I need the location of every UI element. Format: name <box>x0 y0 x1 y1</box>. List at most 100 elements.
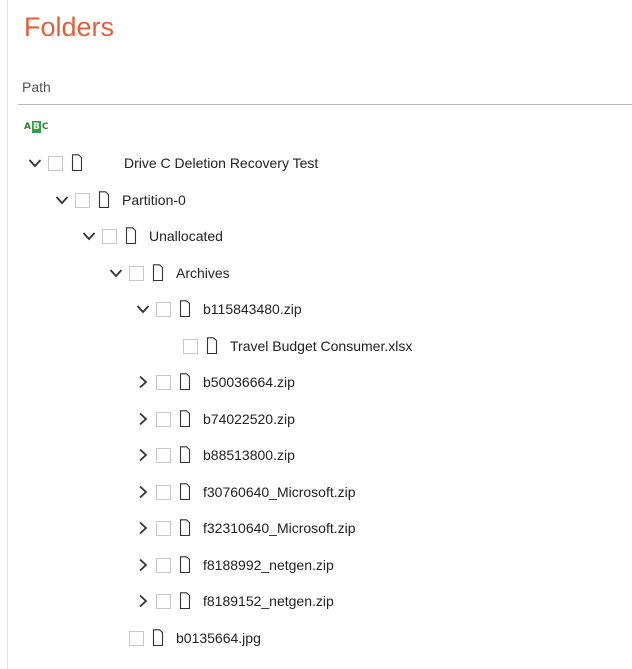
panel-title: Folders <box>24 12 115 42</box>
chevron-down-icon-svg <box>82 232 96 241</box>
abc-sort-letter-b: B <box>31 121 41 133</box>
document-icon-svg <box>152 628 164 646</box>
chevron-right-icon[interactable] <box>136 521 150 535</box>
tree-item-label: Partition-0 <box>122 191 186 208</box>
tree-row[interactable]: f8189152_netgen.zip <box>0 586 620 616</box>
item-checkbox[interactable] <box>156 484 171 500</box>
chevron-right-icon[interactable] <box>136 412 150 426</box>
tree-item-label: b88513800.zip <box>203 447 295 463</box>
document-icon-svg <box>179 555 191 573</box>
chevron-right-icon[interactable] <box>136 558 150 572</box>
item-checkbox[interactable] <box>156 375 171 390</box>
item-checkbox[interactable] <box>75 192 90 208</box>
document-icon <box>179 519 191 537</box>
chevron-right-icon[interactable] <box>136 594 150 608</box>
tree-item-label: f30760640_Microsoft.zip <box>203 483 356 500</box>
document-icon <box>179 409 191 428</box>
document-icon <box>179 482 191 501</box>
tree-item-label: f8189152_netgen.zip <box>203 593 334 609</box>
tree-row[interactable]: Partition-0 <box>0 185 620 215</box>
abc-sort-letter-c: C <box>41 122 49 132</box>
document-icon <box>152 263 164 282</box>
document-icon-svg <box>98 190 110 208</box>
document-icon-svg <box>179 482 191 500</box>
tree-item-label: f8188992_netgen.zip <box>203 556 334 573</box>
chevron-right-icon-svg <box>139 448 148 462</box>
document-icon-svg <box>179 373 191 391</box>
chevron-down-icon-svg <box>55 195 69 204</box>
tree-item-label: b0135664.jpg <box>176 629 261 646</box>
chevron-down-icon[interactable] <box>55 193 69 207</box>
tree-row[interactable]: Unallocated <box>0 221 620 251</box>
document-icon <box>206 336 218 355</box>
tree-row[interactable]: b0135664.jpg <box>0 623 620 653</box>
tree-row[interactable]: b50036664.zip <box>0 367 620 397</box>
chevron-down-icon-svg <box>109 268 123 277</box>
item-checkbox[interactable] <box>156 411 171 427</box>
item-checkbox[interactable] <box>156 448 171 463</box>
tree-row[interactable]: b88513800.zip <box>0 440 620 470</box>
item-checkbox[interactable] <box>129 630 144 646</box>
column-header-path[interactable]: Path <box>22 78 51 96</box>
tree-row[interactable]: f30760640_Microsoft.zip <box>0 477 620 507</box>
document-icon-svg <box>179 300 191 318</box>
item-checkbox[interactable] <box>183 338 198 354</box>
item-checkbox[interactable] <box>156 521 171 536</box>
item-checkbox[interactable] <box>48 156 63 171</box>
abc-sort-letter-a: A <box>24 122 31 132</box>
chevron-down-icon-svg <box>28 159 42 168</box>
document-icon-svg <box>179 592 191 610</box>
chevron-right-icon[interactable] <box>136 375 150 389</box>
tree-row[interactable]: b74022520.zip <box>0 404 620 434</box>
chevron-down-icon[interactable] <box>136 302 150 316</box>
tree-item-label: Archives <box>176 264 230 281</box>
document-icon-svg <box>125 227 137 245</box>
tree-item-label: b115843480.zip <box>203 301 302 317</box>
document-icon <box>125 227 137 245</box>
tree-row[interactable]: Drive C Deletion Recovery Test <box>0 148 620 178</box>
header-divider <box>18 104 632 105</box>
chevron-right-icon-svg <box>139 375 148 389</box>
document-icon-svg <box>152 263 164 281</box>
item-checkbox[interactable] <box>129 265 144 281</box>
item-checkbox[interactable] <box>156 594 171 609</box>
tree-item-label: b50036664.zip <box>203 374 295 390</box>
item-checkbox[interactable] <box>156 302 171 317</box>
tree-row[interactable]: Travel Budget Consumer.xlsx <box>0 331 620 361</box>
tree-row[interactable]: Archives <box>0 258 620 288</box>
tree-item-label: Travel Budget Consumer.xlsx <box>230 337 413 354</box>
tree-item-label: Drive C Deletion Recovery Test <box>124 155 319 171</box>
chevron-right-icon-svg <box>139 485 148 498</box>
document-icon-svg <box>179 446 191 464</box>
chevron-right-icon-svg <box>139 594 148 608</box>
chevron-down-icon[interactable] <box>28 156 42 170</box>
document-icon <box>179 373 191 391</box>
document-icon-svg <box>179 409 191 427</box>
chevron-right-icon-svg <box>139 521 148 535</box>
chevron-right-icon-svg <box>139 558 148 571</box>
chevron-down-icon[interactable] <box>82 229 96 243</box>
document-icon <box>98 190 110 209</box>
document-icon <box>179 555 191 574</box>
document-icon <box>179 592 191 610</box>
item-checkbox[interactable] <box>156 557 171 573</box>
document-icon-svg <box>71 154 83 172</box>
chevron-down-icon[interactable] <box>109 266 123 280</box>
tree-row[interactable]: f8188992_netgen.zip <box>0 550 620 580</box>
document-icon-svg <box>206 336 218 354</box>
chevron-right-icon-svg <box>139 412 148 425</box>
tree-row[interactable]: b115843480.zip <box>0 294 620 324</box>
tree-item-label: Unallocated <box>149 228 223 244</box>
chevron-down-icon-svg <box>136 305 150 314</box>
document-icon <box>71 154 83 172</box>
chevron-right-icon[interactable] <box>136 485 150 499</box>
tree-row[interactable]: f32310640_Microsoft.zip <box>0 513 620 543</box>
abc-sort-icon[interactable]: ABC <box>24 121 48 133</box>
document-icon-svg <box>179 519 191 537</box>
chevron-right-icon[interactable] <box>136 448 150 462</box>
document-icon <box>179 446 191 464</box>
tree-item-label: f32310640_Microsoft.zip <box>203 520 356 536</box>
document-icon <box>152 628 164 647</box>
item-checkbox[interactable] <box>102 229 117 244</box>
document-icon <box>179 300 191 318</box>
